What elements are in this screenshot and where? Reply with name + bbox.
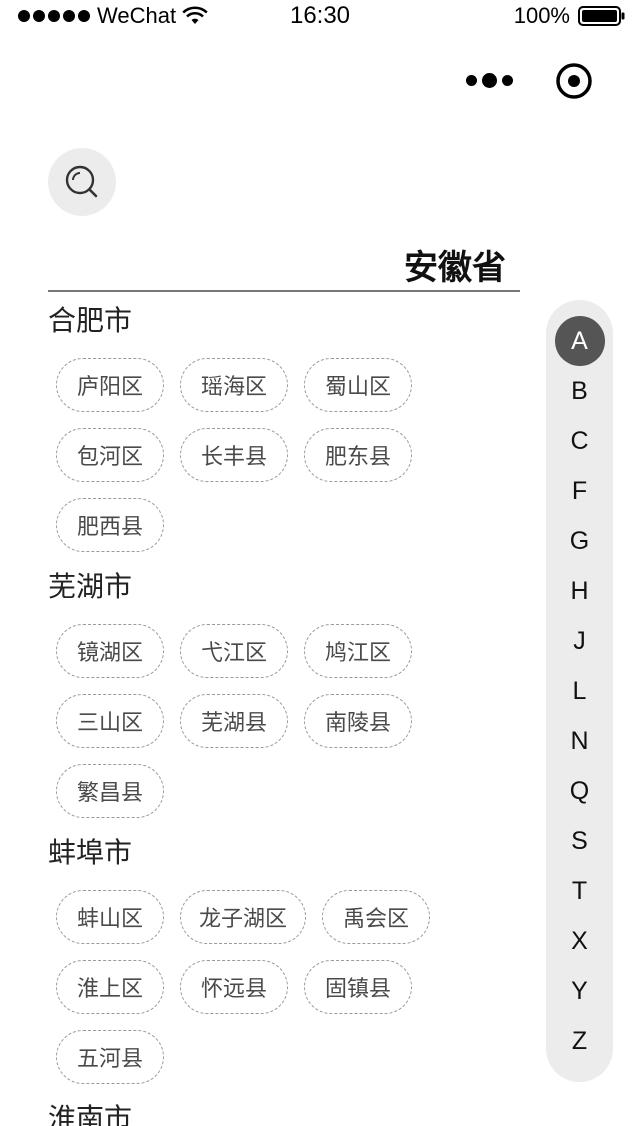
province-title: 安徽省 [404,248,506,288]
city-section: 蚌埠市蚌山区 龙子湖区 禹会区淮上区 怀远县 固镇县五河县 [48,832,528,1100]
district-chip[interactable]: 怀远县 [180,960,288,1014]
more-dots-icon [465,74,477,86]
index-letter-a[interactable]: A [546,316,613,366]
status-bar: WeChat 16:30 100% [0,0,640,34]
index-letter-x[interactable]: X [546,916,613,966]
battery-icon [578,6,625,26]
index-letter-s[interactable]: S [546,816,613,866]
index-letter-label: Z [571,1026,588,1055]
index-letter-j[interactable]: J [546,616,613,666]
district-chip[interactable]: 鸠江区 [304,624,412,678]
district-chip[interactable]: 芜湖县 [180,694,288,748]
index-letter-label: G [569,526,590,555]
battery-percent: 100% [513,3,570,28]
district-grid: 镜湖区 弋江区 鸠江区三山区 芜湖县 南陵县繁昌县 [48,612,508,834]
search-icon [65,165,98,198]
page: WeChat 16:30 100% 安徽省 合肥市 庐阳区 瑶海区 蜀山区 包河… [0,0,640,1126]
index-letter-label: N [570,726,589,755]
district-chip[interactable]: 三山区 [56,694,164,748]
index-letter-label: T [571,876,588,905]
index-letter-label: A [554,316,605,366]
divider [48,290,520,292]
city-list: 合肥市庐阳区 瑶海区 蜀山区包河区 长丰县 肥东县肥西县芜湖市镜湖区 弋江区 鸠江区三山区芜… [48,300,528,1126]
district-chip[interactable]: 蚌山区 [56,890,164,944]
city-section: 合肥市庐阳区 瑶海区 蜀山区包河区 长丰县 肥东县肥西县 [48,300,528,568]
city-section: 芜湖市镜湖区 弋江区 鸠江区三山区 芜湖县 南陵县繁昌县 [48,566,528,834]
district-chip[interactable]: 长丰县 [180,428,288,482]
status-right: 100% [514,3,626,29]
search-button[interactable] [48,148,116,216]
city-name: 蚌埠市 [48,836,133,869]
index-letter-label: S [571,826,588,855]
index-letter-label: J [573,626,586,655]
index-letter-label: X [571,926,588,955]
index-letter-label: C [570,426,589,455]
index-letter-g[interactable]: G [546,516,613,566]
district-chip[interactable]: 庐阳区 [56,358,164,412]
district-chip[interactable]: 瑶海区 [180,358,288,412]
index-letter-label: F [571,476,588,505]
index-letter-n[interactable]: N [546,716,613,766]
district-chip[interactable]: 肥西县 [56,498,164,552]
more-menu-button[interactable] [463,62,515,98]
district-chip[interactable]: 固镇县 [304,960,412,1014]
target-close-icon[interactable] [554,61,594,101]
index-letter-label: Y [571,976,588,1005]
district-chip[interactable]: 镜湖区 [56,624,164,678]
index-letter-label: Q [569,776,590,805]
district-chip[interactable]: 南陵县 [304,694,412,748]
index-letter-z[interactable]: Z [546,1016,613,1066]
city-name: 芜湖市 [48,570,133,603]
district-chip[interactable]: 包河区 [56,428,164,482]
index-letter-t[interactable]: T [546,866,613,916]
district-grid: 蚌山区 龙子湖区 禹会区淮上区 怀远县 固镇县五河县 [48,878,508,1100]
index-letter-l[interactable]: L [546,666,613,716]
district-grid: 庐阳区 瑶海区 蜀山区包河区 长丰县 肥东县肥西县 [48,346,508,568]
district-chip[interactable]: 弋江区 [180,624,288,678]
index-letter-f[interactable]: F [546,466,613,516]
city-name: 合肥市 [48,304,133,337]
alphabet-index[interactable]: ABCFGHJLNQSTXYZ [546,300,613,1082]
index-letter-label: H [570,576,589,605]
district-chip[interactable]: 龙子湖区 [180,890,307,944]
index-letter-h[interactable]: H [546,566,613,616]
index-letter-label: B [571,376,588,405]
index-letter-b[interactable]: B [546,366,613,416]
district-chip[interactable]: 禹会区 [322,890,431,944]
district-chip[interactable]: 五河县 [56,1030,164,1084]
city-section: 淮南市 [48,1098,528,1126]
city-name: 淮南市 [48,1102,133,1126]
index-letter-y[interactable]: Y [546,966,613,1016]
district-chip[interactable]: 肥东县 [304,428,412,482]
index-letter-q[interactable]: Q [546,766,613,816]
district-chip[interactable]: 淮上区 [56,960,164,1014]
district-chip[interactable]: 繁昌县 [56,764,164,818]
index-letter-label: L [572,676,587,705]
index-letter-c[interactable]: C [546,416,613,466]
district-chip[interactable]: 蜀山区 [304,358,412,412]
